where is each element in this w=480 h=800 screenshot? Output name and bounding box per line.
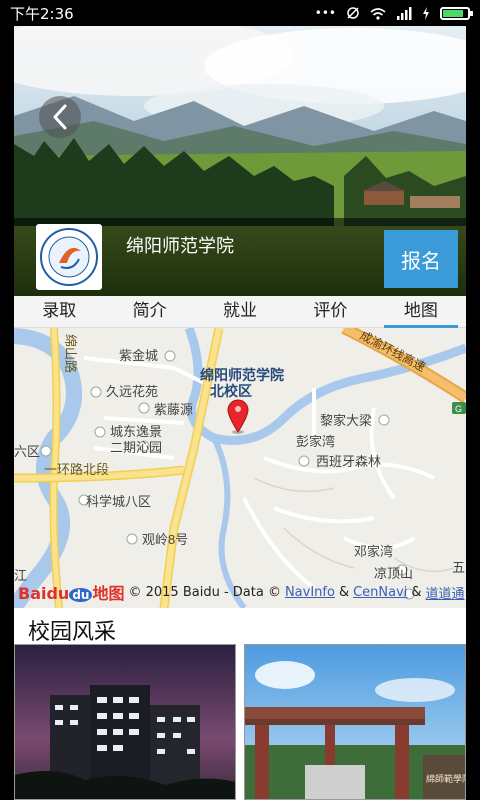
tab-admission[interactable]: 录取 (14, 296, 104, 327)
map-label-lijia: 黎家大梁 (320, 413, 372, 428)
campus-gate-image: 綿師範學院 (245, 645, 465, 799)
more-dots-icon: ••• (314, 6, 336, 20)
tab-map[interactable]: 地图 (376, 296, 466, 328)
campus-section-title: 校园风采 (28, 620, 117, 645)
campus-photo-gate[interactable]: 綿師範學院 (244, 644, 466, 800)
school-name: 绵阳师范学院 (126, 236, 234, 257)
phone-screen: 下午2:36 ••• 绵阳师范学院 报名 录取 简介 就业 评价 地图 G 紫金… (0, 0, 480, 800)
map-label-guanling: 观岭8号 (142, 532, 188, 547)
map-label-liu-qu: 六区 (14, 444, 40, 459)
cennavi-link[interactable]: CenNavi (353, 585, 407, 600)
tab-intro[interactable]: 简介 (104, 296, 194, 327)
app-content: 绵阳师范学院 报名 录取 简介 就业 评价 地图 G 紫金城 久远花苑 紫藤源 … (14, 26, 466, 800)
baidu-logo-text: Baidu (18, 584, 70, 603)
map-label-g: G (455, 404, 462, 414)
map-label-erqi: 二期沁园 (110, 440, 162, 455)
map-label-xibanya: 西班牙森林 (316, 454, 381, 469)
map-label-pengjiawan: 彭家湾 (296, 434, 335, 449)
status-icons: ••• (314, 6, 473, 20)
map-label-kexuecheng: 科学城八区 (86, 494, 151, 509)
hero-banner: 绵阳师范学院 报名 (14, 26, 466, 296)
navinfo-link[interactable]: NavInfo (285, 585, 335, 600)
chevron-left-icon (53, 104, 67, 130)
baidu-logo: Baidu du 地图 (18, 580, 124, 604)
baidu-logo-cn: 地图 (92, 584, 125, 603)
signal-icon (397, 6, 412, 20)
map-label-liangdingshan: 凉顶山 (374, 566, 413, 581)
map-attribution: Baidu du 地图 © 2015 Baidu - Data © NavInfo … (18, 580, 465, 604)
map-view[interactable]: G 紫金城 久远花苑 紫藤源 城东逸景 二期沁园 六区 科学城八区 观岭8号 黎… (14, 328, 466, 608)
back-button[interactable] (39, 96, 81, 138)
status-time: 下午2:36 (10, 4, 74, 23)
battery-icon (440, 6, 473, 20)
map-label-jiuyuan: 久远花苑 (106, 384, 158, 399)
school-emblem-icon (40, 228, 98, 286)
tab-employment[interactable]: 就业 (195, 296, 285, 327)
school-info-bar: 绵阳师范学院 报名 (14, 218, 466, 296)
wifi-icon (370, 7, 386, 20)
status-bar: 下午2:36 ••• (0, 0, 480, 26)
tab-reviews[interactable]: 评价 (285, 296, 375, 327)
tab-bar: 录取 简介 就业 评价 地图 (14, 296, 466, 328)
map-label-mianshan-road: 绵山路 (63, 334, 78, 373)
campus-photo-night[interactable] (14, 644, 236, 800)
map-label-zijincheng: 紫金城 (119, 348, 158, 363)
map-canvas: G 紫金城 久远花苑 紫藤源 城东逸景 二期沁园 六区 科学城八区 观岭8号 黎… (14, 328, 466, 608)
mute-icon (347, 7, 359, 19)
campus-night-image (15, 645, 235, 799)
attribution-amp-1: & (338, 584, 350, 600)
campus-gallery: 綿師範學院 (14, 644, 466, 800)
map-label-dengjiawan: 邓家湾 (354, 544, 393, 559)
charging-icon (423, 6, 429, 20)
map-label-wu: 五 (452, 560, 465, 575)
svg-text:綿師範學院: 綿師範學院 (426, 773, 465, 784)
map-label-zitengyuan: 紫藤源 (154, 402, 193, 417)
map-label-yihuan: 一环路北段 (44, 462, 109, 477)
baidu-logo-du: du (69, 588, 93, 602)
map-label-chengdong: 城东逸景 (110, 424, 162, 439)
signup-button[interactable]: 报名 (384, 230, 458, 288)
attribution-text: © 2015 Baidu - Data © (128, 584, 281, 600)
school-logo (36, 224, 102, 290)
daodaotong-link[interactable]: 道道通 (426, 583, 465, 602)
attribution-amp-2: & (411, 584, 422, 600)
